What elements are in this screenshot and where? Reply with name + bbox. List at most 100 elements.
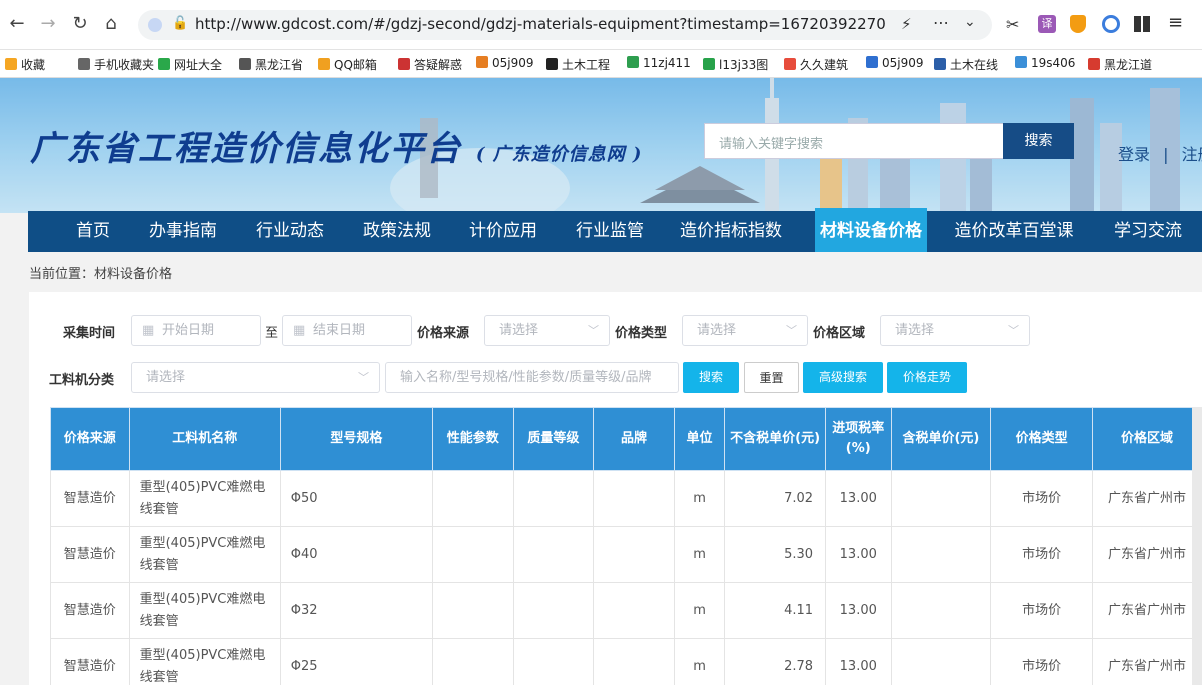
column-header[interactable]: 价格类型	[990, 407, 1094, 471]
reset-button[interactable]: 重置	[744, 362, 799, 393]
table-cell	[593, 526, 675, 583]
column-header[interactable]: 含税单价(元)	[890, 407, 992, 471]
apps-grid-icon[interactable]	[1134, 16, 1150, 32]
column-header[interactable]: 品牌	[593, 407, 675, 471]
more-icon[interactable]: ⋯	[933, 13, 949, 32]
home-icon[interactable]: ⌂	[100, 13, 122, 35]
keyword-input[interactable]: 输入名称/型号规格/性能参数/质量等级/品牌	[385, 362, 679, 393]
bookmark-item[interactable]: 土木工程	[546, 56, 610, 73]
bookmark-item[interactable]: 手机收藏夹	[78, 56, 154, 73]
start-date-placeholder: 开始日期	[162, 323, 215, 338]
nav-item[interactable]: 造价指标指数	[670, 211, 792, 252]
bookmark-item[interactable]: 网址大全	[158, 56, 222, 73]
table-cell: 7.02	[724, 470, 827, 527]
table-cell: 2.78	[724, 638, 827, 685]
column-header[interactable]: 质量等级	[512, 407, 595, 471]
price-region-select[interactable]: 请选择 ﹀	[880, 315, 1030, 346]
column-header[interactable]: 性能参数	[431, 407, 514, 471]
forward-icon[interactable]: →	[37, 13, 59, 35]
table-cell: 广东省广州市	[1092, 582, 1202, 639]
table-cell: 13.00	[825, 638, 892, 685]
category-select[interactable]: 请选择 ﹀	[131, 362, 380, 393]
nav-item[interactable]: 首页	[54, 211, 132, 252]
site-logo[interactable]: 广东省工程造价信息化平台 ( 广东造价信息网 )	[30, 121, 642, 170]
table-cell: 广东省广州市	[1092, 638, 1202, 685]
column-header[interactable]: 不含税单价(元)	[724, 407, 827, 471]
bookmark-item[interactable]: 收藏	[5, 56, 45, 73]
table-cell	[890, 526, 992, 583]
bookmark-item[interactable]: 答疑解惑	[398, 56, 462, 73]
table-cell: 智慧造价	[50, 582, 130, 639]
chevron-down-icon[interactable]: ⌄	[964, 14, 976, 30]
table-cell	[890, 582, 992, 639]
register-link[interactable]: 注册	[1182, 145, 1202, 164]
column-header[interactable]: 价格来源	[50, 407, 130, 471]
bookmark-item[interactable]: l13j33图	[703, 56, 768, 73]
shield-icon[interactable]	[1070, 15, 1086, 33]
column-header[interactable]: 进项税率(%)	[825, 407, 892, 471]
logo-subtitle: ( 广东造价信息网 )	[475, 144, 643, 165]
translate-icon[interactable]: 译	[1038, 15, 1056, 33]
back-icon[interactable]: ←	[6, 13, 28, 35]
start-date-input[interactable]: ▦ 开始日期	[131, 315, 261, 346]
table-row[interactable]: 智慧造价 重型(405)PVC难燃电线套管 Φ40 m 5.30 13.00 市场价 广东省广…	[50, 526, 1202, 583]
bookmark-item[interactable]: 11zj411	[627, 56, 691, 70]
table-cell: 4.11	[724, 582, 827, 639]
login-link[interactable]: 登录	[1118, 145, 1150, 164]
bookmark-item[interactable]: 05j909	[866, 56, 924, 70]
site-search-button[interactable]: 搜索	[1003, 123, 1074, 159]
table-cell: 13.00	[825, 526, 892, 583]
bookmark-item[interactable]: 久久建筑	[784, 56, 848, 73]
bookmark-label: 收藏	[21, 58, 46, 72]
bookmark-label: QQ邮箱	[334, 58, 377, 72]
reload-icon[interactable]: ↻	[69, 13, 91, 35]
table-row[interactable]: 智慧造价 重型(405)PVC难燃电线套管 Φ25 m 2.78 13.00 市场价 广东省广…	[50, 638, 1202, 685]
table-row[interactable]: 智慧造价 重型(405)PVC难燃电线套管 Φ32 m 4.11 13.00 市场价 广东省广…	[50, 582, 1202, 639]
bookmark-label: 土木工程	[562, 58, 611, 72]
search-button[interactable]: 搜索	[683, 362, 739, 393]
nav-item[interactable]: 办事指南	[136, 211, 230, 252]
address-bar[interactable]: 🔓 http://www.gdcost.com/#/gdzj-second/gd…	[138, 10, 992, 40]
site-search-input[interactable]: 请输入关键字搜索	[704, 123, 1004, 159]
table-cell: m	[673, 526, 726, 583]
column-header[interactable]: 价格区域	[1092, 407, 1202, 471]
bookmark-item[interactable]: 黑龙江省	[239, 56, 303, 73]
bookmark-icon	[1088, 58, 1100, 70]
user-search-icon[interactable]	[1102, 15, 1120, 33]
table-cell: Φ32	[279, 582, 433, 639]
nav-item[interactable]: 造价改革百堂课	[949, 211, 1079, 252]
menu-icon[interactable]: ≡	[1168, 12, 1183, 33]
bookmark-label: 土木在线	[950, 58, 999, 72]
nav-item[interactable]: 政策法规	[350, 211, 444, 252]
price-source-select[interactable]: 请选择 ﹀	[484, 315, 610, 346]
lightning-icon[interactable]: ⚡	[901, 15, 912, 33]
nav-item[interactable]: 材料设备价格	[815, 208, 927, 252]
bookmark-icon	[546, 58, 558, 70]
column-header[interactable]: 型号规格	[279, 407, 433, 471]
table-cell: 智慧造价	[50, 638, 130, 685]
bookmark-label: 05j909	[492, 56, 534, 70]
table-cell: 13.00	[825, 582, 892, 639]
bookmark-item[interactable]: 05j909	[476, 56, 534, 70]
scissors-icon[interactable]: ✂	[1006, 15, 1019, 34]
nav-item[interactable]: 计价应用	[456, 211, 550, 252]
nav-item[interactable]: 行业动态	[243, 211, 337, 252]
column-header[interactable]: 单位	[673, 407, 726, 471]
price-trend-button[interactable]: 价格走势	[887, 362, 967, 393]
bookmark-item[interactable]: 19s406	[1015, 56, 1075, 70]
bookmarks-bar: 收藏 手机收藏夹 网址大全 黑龙江省 QQ邮箱 答疑解惑 05j909 土木工程 11zj411…	[0, 50, 1202, 78]
bookmark-item[interactable]: 黑龙江道	[1088, 56, 1152, 73]
end-date-input[interactable]: ▦ 结束日期	[282, 315, 412, 346]
table-scrollbar[interactable]	[1192, 407, 1202, 685]
bookmark-item[interactable]: QQ邮箱	[318, 56, 377, 73]
table-row[interactable]: 智慧造价 重型(405)PVC难燃电线套管 Φ50 m 7.02 13.00 市场价 广东省广…	[50, 470, 1202, 527]
select-placeholder: 请选择	[697, 323, 737, 338]
main-nav: 首页 办事指南 行业动态 政策法规 计价应用 行业监管 造价指标指数 材料设备价格 造价改革百堂…	[28, 208, 1202, 252]
column-header[interactable]: 工料机名称	[128, 407, 281, 471]
price-type-select[interactable]: 请选择 ﹀	[682, 315, 808, 346]
advanced-search-button[interactable]: 高级搜索	[803, 362, 883, 393]
bookmark-item[interactable]: 土木在线	[934, 56, 998, 73]
nav-item[interactable]: 行业监管	[563, 211, 657, 252]
nav-item[interactable]: 学习交流	[1103, 211, 1193, 252]
table-cell	[890, 470, 992, 527]
